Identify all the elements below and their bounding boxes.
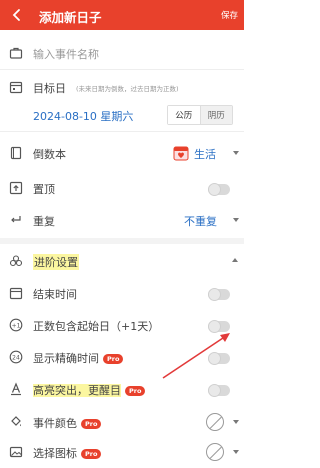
annotation-arrow-icon	[162, 333, 230, 379]
